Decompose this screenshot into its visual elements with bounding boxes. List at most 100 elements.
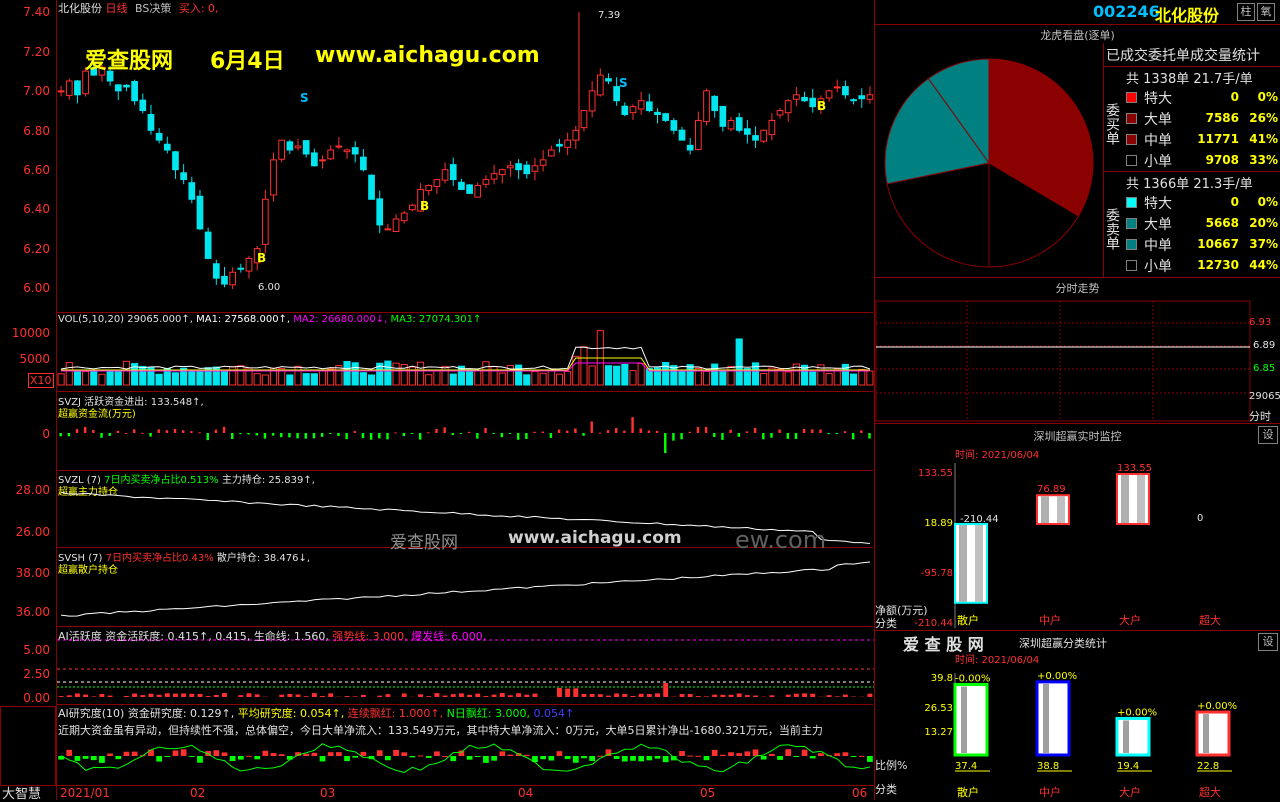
volume-bar — [548, 370, 554, 385]
flow-bar — [288, 433, 290, 437]
flow-bar — [157, 429, 159, 433]
candle-body — [785, 101, 791, 113]
flow-bar — [795, 433, 797, 439]
flow-bar — [337, 433, 339, 436]
active-bar — [320, 696, 325, 697]
research-bar — [720, 755, 726, 756]
column-toggle-button[interactable]: 柱 — [1237, 3, 1255, 21]
oxygen-toggle-button[interactable]: 氧 — [1257, 3, 1275, 21]
candle-body — [197, 196, 203, 229]
research-bar — [614, 756, 620, 759]
flow-bar — [607, 430, 609, 433]
flow-bar — [133, 429, 135, 433]
flow-bar — [591, 421, 593, 433]
volume-bar — [99, 374, 105, 385]
volume-bar — [524, 375, 530, 385]
date-tick: 03 — [320, 786, 335, 800]
active-bar — [606, 696, 611, 697]
monitor-y-tick: -210.44 — [914, 618, 953, 629]
candle-body — [712, 96, 718, 110]
volume-bar — [499, 373, 505, 385]
stat-table: 已成交委托单成交量统计 共 1338单 21.7手/单 委买单 共 1366单 … — [1103, 43, 1280, 278]
flow-bar — [623, 431, 625, 433]
research-bar — [761, 756, 767, 760]
flow-bar — [697, 427, 699, 433]
active-bar — [279, 695, 284, 697]
research-bar — [238, 756, 244, 760]
research-bar — [597, 756, 603, 757]
research-bar — [213, 750, 219, 756]
active-bar — [867, 694, 872, 697]
candle-body — [238, 268, 244, 269]
research-bar — [75, 756, 81, 761]
candle-body — [401, 213, 407, 221]
research-bar — [99, 756, 105, 763]
research-bar — [173, 750, 179, 756]
legend-swatch — [1126, 134, 1137, 145]
research-bar — [736, 753, 742, 756]
active-bar — [238, 695, 243, 697]
research-bar — [769, 754, 775, 756]
flow-bar — [427, 432, 429, 433]
flow-bar — [411, 433, 413, 434]
volume-bar — [581, 347, 587, 385]
fenshi-vol: 29065 — [1249, 391, 1280, 402]
classify-category: 散户 — [957, 785, 979, 799]
ai-active-y-tick: 5.00 — [0, 643, 50, 657]
active-bar — [328, 693, 333, 697]
fenshi-y-tick: 6.93 — [1249, 317, 1271, 328]
sell-side-text: 委卖单 — [1104, 208, 1120, 250]
volume-bar — [83, 372, 89, 385]
flow-bar — [280, 433, 282, 437]
volume-bar — [58, 374, 64, 385]
stat-percent: 20% — [1242, 216, 1278, 230]
research-bar — [499, 751, 505, 756]
flow-bar — [166, 430, 168, 433]
flow-bar — [223, 427, 225, 433]
volume-bar — [540, 373, 546, 385]
volume-bar — [826, 374, 832, 385]
research-bar — [589, 756, 595, 761]
candle-body — [622, 106, 628, 114]
candle-body — [132, 82, 138, 101]
fenshi-chart[interactable] — [875, 298, 1280, 423]
active-bar — [663, 683, 668, 697]
flow-bar — [566, 431, 568, 433]
buy-side-label: 委买单 — [1106, 103, 1122, 145]
flow-bar — [182, 430, 184, 433]
classify-bottom-label: 37.4 — [955, 761, 977, 772]
flow-bar — [819, 429, 821, 433]
volume-bar — [810, 372, 816, 385]
active-bar — [345, 696, 350, 697]
monitor-bar-shade — [1041, 496, 1049, 523]
volume-bar — [238, 366, 244, 385]
flow-bar — [713, 433, 715, 437]
flow-bar — [231, 433, 233, 439]
volume-bar — [516, 365, 522, 385]
volume-bar — [736, 339, 742, 385]
research-bar — [271, 753, 277, 756]
research-bar — [222, 752, 228, 756]
classify-settings-button[interactable]: 设 — [1258, 633, 1278, 651]
candle-body — [320, 160, 326, 161]
signal-marker: S — [300, 91, 309, 105]
candle-body — [834, 87, 840, 88]
flow-bar — [296, 433, 298, 438]
ai-research-e: 0.054↑ — [534, 707, 575, 720]
flow-bar — [484, 428, 486, 433]
research-bar — [867, 756, 873, 762]
flow-bar — [631, 417, 633, 433]
volume-bar — [703, 371, 709, 385]
brand-label: 大智慧 — [2, 783, 41, 802]
active-bar — [532, 694, 537, 697]
active-bar — [426, 696, 431, 697]
classify-bar-chart: 39.826.5313.27-0.00%37.4散户+0.00%38.8中户+0… — [875, 663, 1280, 801]
volume-bar — [303, 374, 309, 385]
flow-bar — [860, 430, 862, 433]
monitor-bar-shade — [1121, 475, 1129, 523]
monitor-settings-button[interactable]: 设 — [1258, 426, 1278, 444]
candle-body — [434, 180, 440, 187]
active-bar — [149, 694, 154, 697]
research-bar — [687, 756, 693, 757]
active-bar — [769, 695, 774, 697]
